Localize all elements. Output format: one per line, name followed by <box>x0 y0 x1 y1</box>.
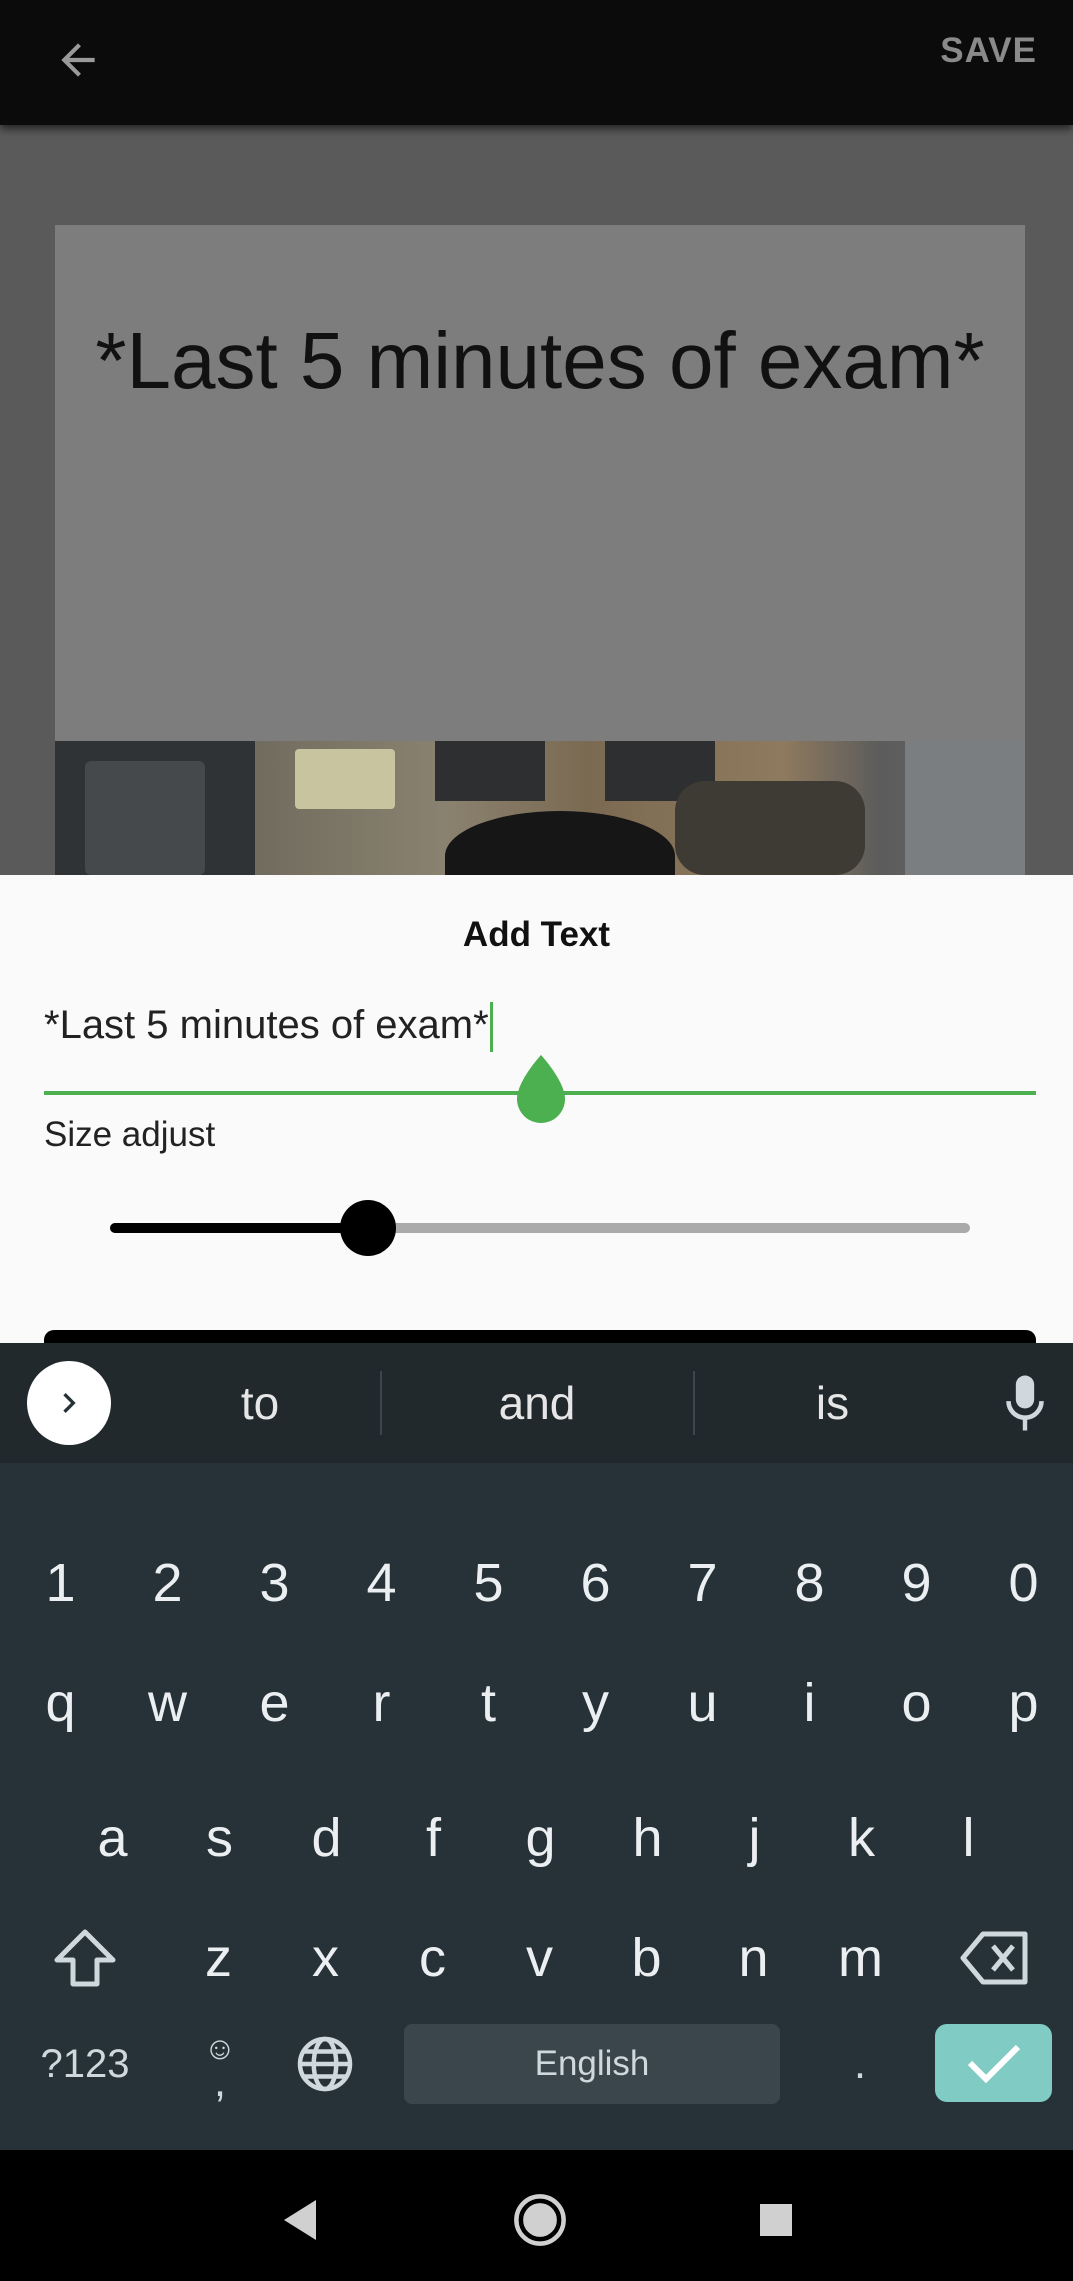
key-9[interactable]: 9 <box>863 1528 970 1638</box>
key-a[interactable]: a <box>59 1783 166 1893</box>
key-4[interactable]: 4 <box>328 1528 435 1638</box>
caption-input-value: *Last 5 minutes of exam* <box>44 1003 489 1047</box>
key-o[interactable]: o <box>863 1648 970 1758</box>
key-b[interactable]: b <box>593 1903 700 2013</box>
sheet-title: Add Text <box>462 915 611 954</box>
soft-keyboard: to and is 1234567890 qwertyuiop asdfghjkl z… <box>0 1343 1073 2150</box>
meme-preview[interactable]: *Last 5 minutes of exam* <box>55 225 1025 875</box>
add-text-sheet: Add Text *Last 5 minutes of exam* Size a… <box>0 875 1073 1350</box>
key-s[interactable]: s <box>166 1783 273 1893</box>
key-h[interactable]: h <box>594 1783 701 1893</box>
back-button[interactable] <box>40 22 116 98</box>
key-t[interactable]: t <box>435 1648 542 1758</box>
caption-text-input[interactable]: *Last 5 minutes of exam* <box>44 995 1034 1055</box>
microphone-icon <box>1006 1375 1044 1431</box>
editor-canvas: *Last 5 minutes of exam* <box>0 125 1073 875</box>
backspace-icon <box>960 1931 1028 1985</box>
key-v[interactable]: v <box>486 1903 593 2013</box>
key-7[interactable]: 7 <box>649 1528 756 1638</box>
circle-home-icon <box>514 2194 566 2246</box>
suggestion-2[interactable]: and <box>382 1343 692 1463</box>
key-1[interactable]: 1 <box>7 1528 114 1638</box>
emoji-comma-key[interactable]: ☺ , <box>185 2008 255 2118</box>
comma-label: , <box>213 2056 227 2106</box>
key-d[interactable]: d <box>273 1783 380 1893</box>
meme-caption[interactable]: *Last 5 minutes of exam* <box>55 315 1025 407</box>
key-e[interactable]: e <box>221 1648 328 1758</box>
key-p[interactable]: p <box>970 1648 1073 1758</box>
symbols-key[interactable]: ?123 <box>30 2024 140 2104</box>
key-6[interactable]: 6 <box>542 1528 649 1638</box>
cursor-handle-icon[interactable] <box>511 1053 571 1125</box>
key-l[interactable]: l <box>915 1783 1022 1893</box>
shift-key[interactable] <box>40 1903 130 2013</box>
key-n[interactable]: n <box>700 1903 807 2013</box>
key-u[interactable]: u <box>649 1648 756 1758</box>
suggestion-1[interactable]: to <box>140 1343 380 1463</box>
key-5[interactable]: 5 <box>435 1528 542 1638</box>
checkmark-icon <box>967 2044 1020 2084</box>
key-r[interactable]: r <box>328 1648 435 1758</box>
key-3[interactable]: 3 <box>221 1528 328 1638</box>
meme-photo <box>55 741 1025 875</box>
period-key[interactable]: . <box>830 2024 890 2104</box>
shift-icon <box>54 1929 116 1987</box>
language-key[interactable] <box>285 2024 365 2104</box>
space-key[interactable]: English <box>404 2024 780 2104</box>
key-g[interactable]: g <box>487 1783 594 1893</box>
key-w[interactable]: w <box>114 1648 221 1758</box>
square-recents-icon <box>760 2204 792 2236</box>
size-slider-thumb[interactable] <box>340 1200 396 1256</box>
nav-recents-button[interactable] <box>736 2180 816 2260</box>
arrow-back-icon <box>61 43 95 77</box>
triangle-back-icon <box>284 2200 316 2240</box>
key-z[interactable]: z <box>165 1903 272 2013</box>
key-y[interactable]: y <box>542 1648 649 1758</box>
key-c[interactable]: c <box>379 1903 486 2013</box>
size-adjust-label: Size adjust <box>44 1115 216 1154</box>
key-i[interactable]: i <box>756 1648 863 1758</box>
size-slider-fill <box>110 1223 368 1233</box>
key-q[interactable]: q <box>7 1648 114 1758</box>
app-bar: SAVE <box>0 0 1073 125</box>
key-k[interactable]: k <box>808 1783 915 1893</box>
nav-back-button[interactable] <box>260 2180 340 2260</box>
key-f[interactable]: f <box>380 1783 487 1893</box>
suggestion-3[interactable]: is <box>695 1343 970 1463</box>
globe-icon <box>297 2036 353 2092</box>
key-8[interactable]: 8 <box>756 1528 863 1638</box>
backspace-key[interactable] <box>950 1903 1040 2013</box>
done-key[interactable] <box>935 2024 1052 2102</box>
voice-input-button[interactable] <box>995 1368 1055 1438</box>
save-button[interactable]: SAVE <box>928 26 1049 76</box>
key-m[interactable]: m <box>807 1903 914 2013</box>
expand-toolbar-button[interactable] <box>27 1361 111 1445</box>
nav-home-button[interactable] <box>500 2180 580 2260</box>
system-nav-bar <box>0 2150 1073 2281</box>
key-2[interactable]: 2 <box>114 1528 221 1638</box>
key-x[interactable]: x <box>272 1903 379 2013</box>
text-caret <box>489 1002 493 1053</box>
key-0[interactable]: 0 <box>970 1528 1073 1638</box>
key-j[interactable]: j <box>701 1783 808 1893</box>
chevron-right-icon <box>63 1393 76 1413</box>
suggestion-bar: to and is <box>0 1343 1073 1463</box>
